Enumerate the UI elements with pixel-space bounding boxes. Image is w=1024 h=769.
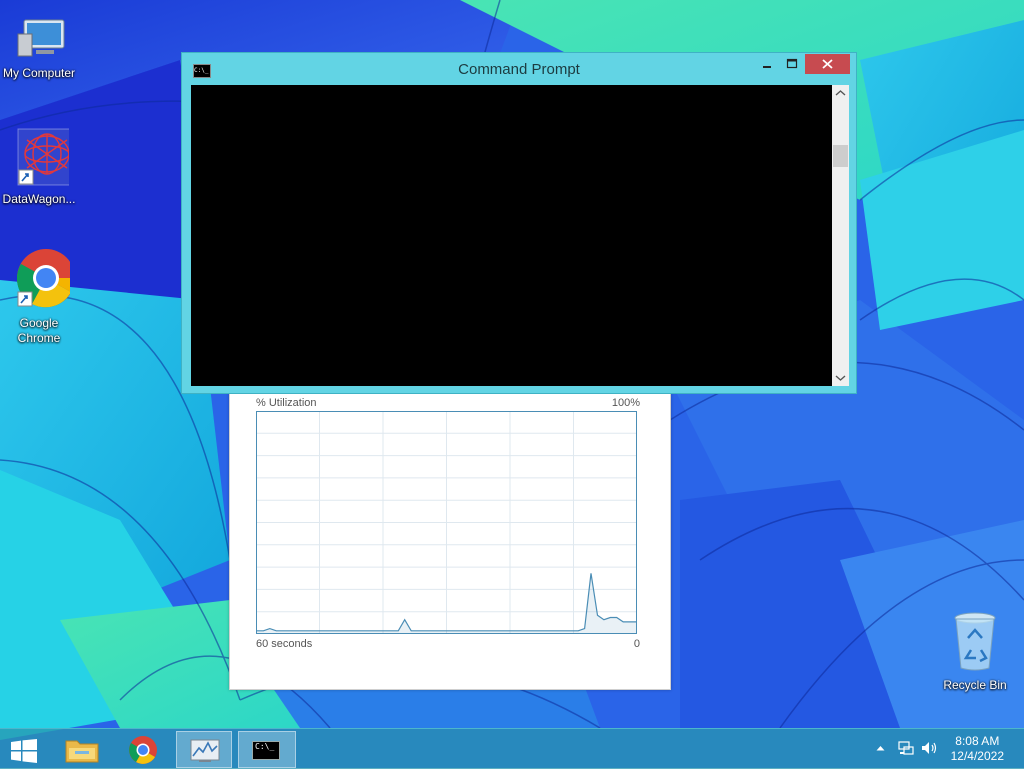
clock-time: 8:08 AM (955, 734, 1000, 748)
command-prompt-window[interactable]: C:\_ Command Prompt (181, 52, 857, 394)
minimize-button[interactable] (755, 54, 779, 74)
taskbar: C:\_ 8:08 AM 12/4/2022 (0, 728, 1024, 769)
windows-logo-icon (11, 739, 37, 763)
window-title: Command Prompt (458, 61, 580, 78)
close-button[interactable] (805, 54, 850, 74)
graph-x-min-label: 0 (633, 638, 640, 650)
network-icon[interactable] (898, 740, 914, 756)
chrome-icon (129, 736, 157, 764)
task-manager-icon (190, 739, 220, 762)
taskbar-file-explorer-button[interactable] (54, 731, 110, 768)
scroll-down-arrow-icon[interactable] (835, 374, 846, 382)
console-output-area[interactable] (191, 85, 832, 386)
desktop-icon-datawagon[interactable]: DataWagon... (0, 128, 78, 207)
scrollbar-thumb[interactable] (833, 145, 848, 167)
taskbar-task-manager-button[interactable] (176, 731, 232, 768)
desktop-icon-label: My Computer (2, 66, 76, 80)
desktop-icon-recycle-bin[interactable]: Recycle Bin (936, 610, 1014, 693)
chrome-icon (17, 249, 75, 308)
graph-y-max-label: 100% (611, 397, 640, 409)
scroll-up-arrow-icon[interactable] (835, 89, 846, 97)
cmd-taskbar-icon: C:\_ (252, 741, 280, 760)
desktop-icon-label: Recycle Bin (943, 678, 1007, 692)
maximize-button[interactable] (780, 54, 804, 74)
desktop-icon-label: Google Chrome (17, 316, 61, 345)
taskbar-chrome-button[interactable] (115, 731, 171, 768)
desktop-icon-label: DataWagon... (2, 192, 76, 206)
computer-icon (17, 19, 65, 57)
close-icon (822, 59, 833, 69)
folder-icon (65, 740, 99, 763)
graph-y-axis-label: % Utilization (256, 397, 317, 409)
graph-x-axis-label: 60 seconds (256, 638, 313, 650)
recycle-bin-icon (954, 612, 996, 671)
task-manager-window[interactable]: % Utilization 100% 60 seconds 0 (229, 388, 671, 690)
desktop-icon-google-chrome[interactable]: Google Chrome (0, 248, 78, 346)
start-button[interactable] (0, 731, 48, 768)
clock-date: 12/4/2022 (950, 749, 1004, 763)
datawagon-app-icon (17, 128, 77, 186)
minimize-icon (763, 66, 771, 68)
utilization-graph (256, 411, 637, 634)
maximize-icon (786, 58, 798, 69)
taskbar-command-prompt-button[interactable]: C:\_ (238, 731, 296, 768)
taskbar-clock[interactable]: 8:08 AM 12/4/2022 (951, 734, 1004, 764)
vertical-scrollbar[interactable] (832, 85, 849, 386)
desktop-icon-my-computer[interactable]: My Computer (0, 16, 78, 81)
show-hidden-icons-arrow-icon[interactable] (876, 745, 885, 751)
volume-icon[interactable] (921, 740, 939, 756)
